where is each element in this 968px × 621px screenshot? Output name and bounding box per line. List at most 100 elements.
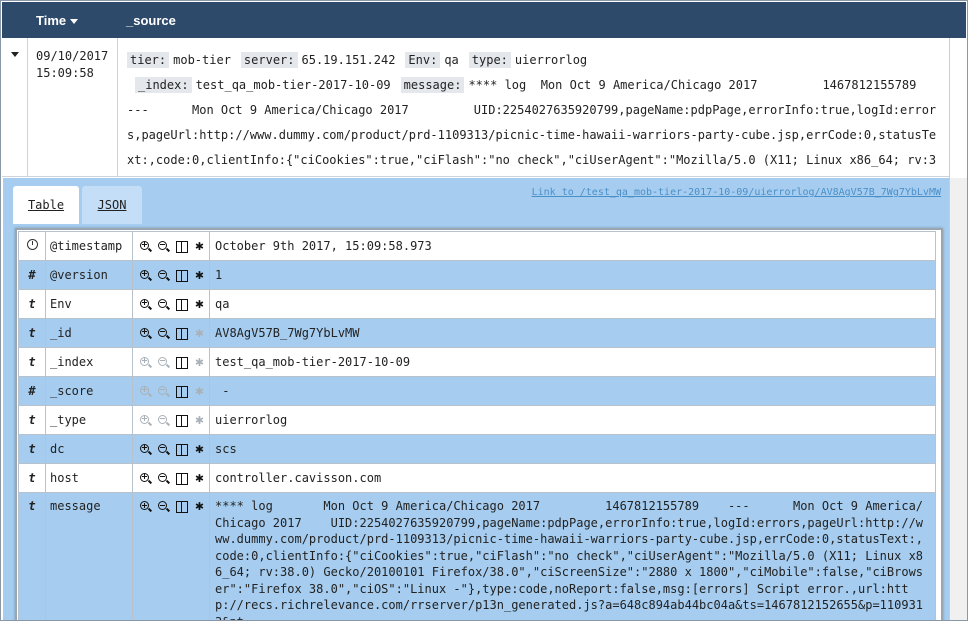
filter-for-value-icon[interactable]	[138, 297, 153, 312]
filter-out-value-icon[interactable]	[156, 355, 171, 370]
filter-for-value-icon[interactable]	[138, 239, 153, 254]
filter-for-value-icon[interactable]	[138, 499, 153, 514]
filter-out-value-icon[interactable]	[156, 413, 171, 428]
field-type: t	[18, 289, 46, 319]
filter-for-value-icon[interactable]	[138, 471, 153, 486]
toggle-column-icon[interactable]	[174, 268, 189, 283]
toggle-column-icon[interactable]	[174, 499, 189, 514]
field-action-cell: ✱	[132, 289, 210, 319]
field-value: **** log Mon Oct 9 America/Chicago 2017 …	[209, 492, 936, 620]
filter-for-value-icon[interactable]	[138, 442, 153, 457]
string-type-icon: t	[28, 326, 36, 340]
filter-out-value-icon[interactable]	[156, 297, 171, 312]
filter-exists-icon[interactable]: ✱	[192, 238, 207, 254]
field-name: _type	[45, 405, 133, 435]
field-actions: ✱	[133, 470, 209, 486]
filter-out-value-icon[interactable]	[156, 471, 171, 486]
field-action-cell: ✱	[132, 376, 210, 406]
divider	[27, 38, 28, 177]
field-name: @version	[45, 260, 133, 290]
field-type: t	[18, 318, 46, 348]
field-actions: ✱	[133, 325, 209, 341]
filter-out-value-icon[interactable]	[156, 442, 171, 457]
toggle-column-icon[interactable]	[174, 413, 189, 428]
filter-out-value-icon[interactable]	[156, 384, 171, 399]
filter-exists-icon[interactable]: ✱	[192, 441, 207, 457]
field-value: uierrorlog	[209, 405, 936, 435]
source-line: tier: mob-tier server: 65.19.151.242 Env: qa t…	[127, 48, 937, 73]
toggle-column-icon[interactable]	[174, 239, 189, 254]
source-field-value: uierrorlog	[514, 53, 588, 67]
table-row: t _id ✱ AV8AgV57B_7Wg7YbLvMW	[18, 318, 936, 348]
table-row: t _index ✱ test_qa_mob-tier-2017-10-09	[18, 347, 936, 377]
filter-exists-icon[interactable]: ✱	[192, 325, 207, 341]
filter-exists-icon[interactable]: ✱	[192, 470, 207, 486]
source-line: s,pageUrl:http://www.dummy.com/product/p…	[127, 128, 937, 142]
field-type: t	[18, 463, 46, 493]
field-name: @timestamp	[45, 231, 133, 261]
filter-out-value-icon[interactable]	[156, 239, 171, 254]
field-action-cell: ✱	[132, 318, 210, 348]
filter-exists-icon[interactable]: ✱	[192, 499, 207, 514]
field-type: t	[18, 492, 46, 620]
field-action-cell: ✱	[132, 260, 210, 290]
field-value: October 9th 2017, 15:09:58.973	[209, 231, 936, 261]
toggle-column-icon[interactable]	[174, 326, 189, 341]
filter-for-value-icon[interactable]	[138, 326, 153, 341]
source-line: --- Mon Oct 9 America/Chicago 2017 UID:2…	[127, 103, 937, 117]
sort-caret-icon	[70, 19, 79, 25]
field-value: AV8AgV57B_7Wg7YbLvMW	[209, 318, 936, 348]
tab-table[interactable]: Table	[13, 186, 79, 224]
filter-for-value-icon[interactable]	[138, 413, 153, 428]
collapse-toggle-icon[interactable]	[11, 52, 19, 57]
table-row: t message ✱ **** log Mon Oct 9 America/Chic…	[18, 492, 936, 620]
source-field-label: type:	[468, 52, 511, 68]
filter-out-value-icon[interactable]	[156, 268, 171, 283]
filter-exists-icon[interactable]: ✱	[192, 354, 207, 370]
scrollbar-track[interactable]	[949, 38, 967, 178]
filter-exists-icon[interactable]: ✱	[192, 267, 207, 283]
field-actions: ✱	[133, 412, 209, 428]
clock-icon	[26, 239, 38, 250]
filter-for-value-icon[interactable]	[138, 268, 153, 283]
toggle-column-icon[interactable]	[174, 297, 189, 312]
field-actions: ✱	[133, 441, 209, 457]
source-field-label: server:	[240, 52, 298, 68]
document-link[interactable]: Link to /test_qa_mob-tier-2017-10-09/uie…	[532, 187, 941, 198]
table-row: t dc ✱ scs	[18, 434, 936, 464]
filter-exists-icon[interactable]: ✱	[192, 412, 207, 428]
document-source: tier: mob-tier server: 65.19.151.242 Env: qa t…	[127, 48, 937, 173]
source-field-value: test_qa_mob-tier-2017-10-09	[195, 78, 391, 92]
field-action-cell: ✱	[132, 492, 210, 620]
toggle-column-icon[interactable]	[174, 471, 189, 486]
field-type: t	[18, 434, 46, 464]
toggle-column-icon[interactable]	[174, 355, 189, 370]
filter-exists-icon[interactable]: ✱	[192, 296, 207, 312]
string-type-icon: t	[28, 442, 36, 456]
time-column-header[interactable]: Time	[36, 13, 79, 28]
field-action-cell: ✱	[132, 231, 210, 261]
table-row: # _score ✱ -	[18, 376, 936, 406]
source-field-label: Env:	[405, 52, 441, 68]
filter-exists-icon[interactable]: ✱	[192, 383, 207, 399]
filter-out-value-icon[interactable]	[156, 499, 171, 514]
field-value: 1	[209, 260, 936, 290]
toggle-column-icon[interactable]	[174, 442, 189, 457]
discover-document-view: Time _source 09/10/2017 15:09:58 tier: mo…	[0, 0, 968, 621]
scrollbar-track[interactable]	[949, 178, 967, 620]
field-name: Env	[45, 289, 133, 319]
table-row: @timestamp ✱ October 9th 2017, 15:09:58.97…	[18, 231, 936, 261]
field-actions: ✱	[133, 499, 209, 514]
filter-for-value-icon[interactable]	[138, 384, 153, 399]
field-action-cell: ✱	[132, 463, 210, 493]
fields-table: @timestamp ✱ October 9th 2017, 15:09:58.97…	[18, 231, 936, 620]
field-value: scs	[209, 434, 936, 464]
filter-for-value-icon[interactable]	[138, 355, 153, 370]
toggle-column-icon[interactable]	[174, 384, 189, 399]
filter-out-value-icon[interactable]	[156, 326, 171, 341]
fields-table-container: @timestamp ✱ October 9th 2017, 15:09:58.97…	[15, 228, 943, 620]
tab-json[interactable]: JSON	[82, 186, 142, 224]
divider	[117, 38, 118, 177]
field-actions: ✱	[133, 383, 209, 399]
field-name: _index	[45, 347, 133, 377]
